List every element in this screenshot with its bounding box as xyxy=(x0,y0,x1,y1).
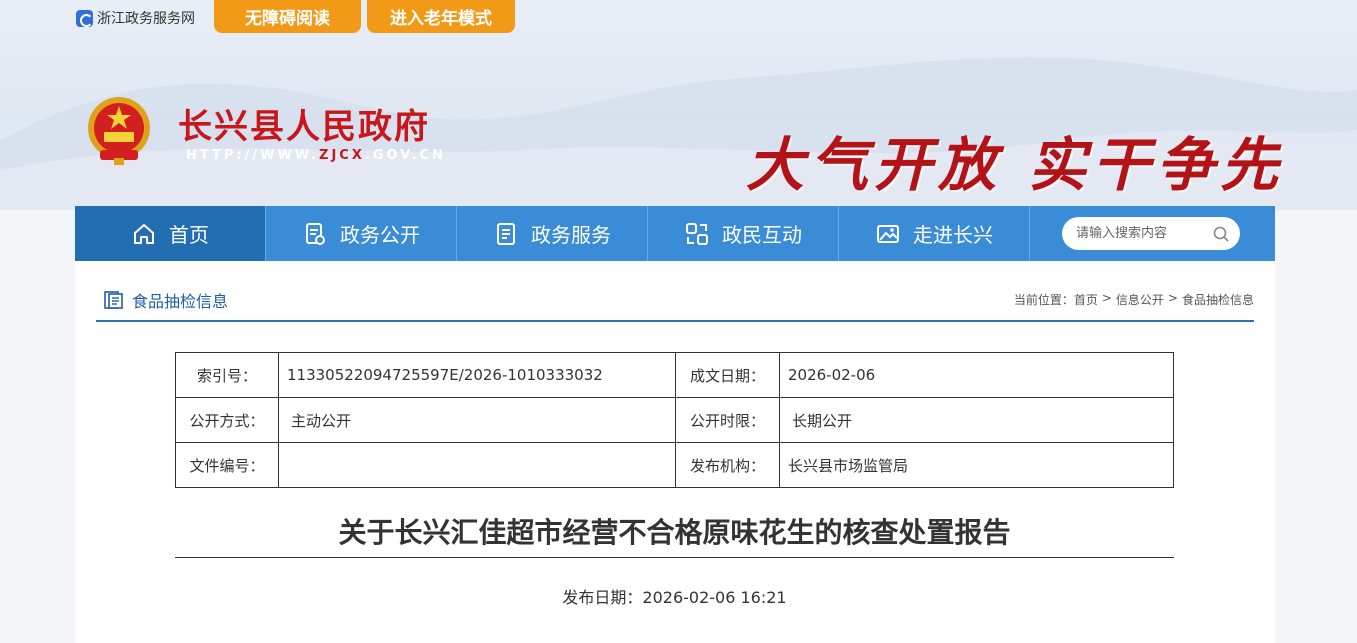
search-icon[interactable] xyxy=(1212,225,1230,243)
index-label: 索引号： xyxy=(175,352,279,398)
period-value: 长期公开 xyxy=(779,397,1174,443)
zhejiang-portal-label: 浙江政务服务网 xyxy=(97,11,195,27)
docno-value xyxy=(278,442,676,488)
main-content: 食品抽检信息 当前位置： 首页 > 信息公开 > 食品抽检信息 索引号： 113… xyxy=(75,261,1275,643)
nav-item-label: 首页 xyxy=(169,223,209,247)
article-title: 关于长兴汇佳超市经营不合格原味花生的核查处置报告 xyxy=(338,516,1011,549)
site-url-highlight: ZJCX xyxy=(319,148,365,163)
section-header: 食品抽检信息 当前位置： 首页 > 信息公开 > 食品抽检信息 xyxy=(96,288,1254,322)
search-box xyxy=(1062,217,1240,250)
period-label: 公开时限： xyxy=(675,397,780,443)
site-url-prefix: HTTP://WWW. xyxy=(186,148,320,163)
document-icon xyxy=(306,222,325,245)
top-bar: 浙江政务服务网 无障碍阅读 进入老年模式 xyxy=(0,0,1357,34)
nav-item-gov-affairs[interactable]: 政务公开 xyxy=(266,206,457,261)
accessible-reading-button[interactable]: 无障碍阅读 xyxy=(214,0,361,33)
interact-icon xyxy=(686,222,708,245)
site-url-suffix: .GOV.CN xyxy=(364,148,446,163)
method-value: 主动公开 xyxy=(278,397,676,443)
org-label: 发布机构： xyxy=(675,442,780,488)
breadcrumb-info-public[interactable]: 信息公开 xyxy=(1116,291,1164,308)
breadcrumb-separator: > xyxy=(1101,291,1112,305)
breadcrumb-separator: > xyxy=(1167,291,1178,305)
search-input[interactable] xyxy=(1076,226,1206,241)
service-icon xyxy=(497,222,515,245)
nav-item-label: 政民互动 xyxy=(722,223,802,247)
nav-item-interaction[interactable]: 政民互动 xyxy=(648,206,839,261)
list-document-icon xyxy=(104,291,123,309)
breadcrumb: 当前位置： 首页 > 信息公开 > 食品抽检信息 xyxy=(1014,291,1254,308)
date-value: 2026-02-06 xyxy=(779,352,1174,398)
index-value: 11330522094725597E/2026-1010333032 xyxy=(278,352,676,398)
nav-item-home[interactable]: 首页 xyxy=(75,206,266,261)
nav-item-label: 走进长兴 xyxy=(913,223,993,247)
date-label: 成文日期： xyxy=(675,352,780,398)
publish-date: 发布日期：2026-02-06 16:21 xyxy=(562,588,787,607)
zhejiang-portal-link[interactable]: 浙江政务服务网 xyxy=(76,8,195,28)
elder-mode-button[interactable]: 进入老年模式 xyxy=(367,0,515,33)
main-nav: 首页 政务公开 政务服务 政民互动 走进长兴 xyxy=(75,206,1275,261)
section-title-label: 食品抽检信息 xyxy=(132,292,229,311)
breadcrumb-food-inspection[interactable]: 食品抽检信息 xyxy=(1182,291,1254,308)
table-row: 索引号： 11330522094725597E/2026-1010333032 … xyxy=(175,352,1174,398)
image-icon xyxy=(877,224,899,243)
breadcrumb-home[interactable]: 首页 xyxy=(1074,291,1098,308)
org-value: 长兴县市场监管局 xyxy=(779,442,1174,488)
nav-item-label: 政务公开 xyxy=(340,223,420,247)
nav-item-about-changxing[interactable]: 走进长兴 xyxy=(839,206,1030,261)
header-slogan: 大气开放 实干争先 xyxy=(746,131,1285,199)
national-emblem-icon xyxy=(88,97,150,165)
title-divider xyxy=(175,557,1174,558)
home-icon xyxy=(134,223,154,244)
breadcrumb-prefix: 当前位置： xyxy=(1013,293,1074,307)
docno-label: 文件编号： xyxy=(175,442,279,488)
method-label: 公开方式： xyxy=(175,397,279,443)
document-meta-table: 索引号： 11330522094725597E/2026-1010333032 … xyxy=(175,352,1174,488)
table-row: 公开方式： 主动公开 公开时限： 长期公开 xyxy=(175,397,1174,443)
nav-item-label: 政务服务 xyxy=(531,223,611,247)
site-url: HTTP://WWW.ZJCX.GOV.CN xyxy=(186,148,446,163)
nav-item-gov-services[interactable]: 政务服务 xyxy=(457,206,648,261)
table-row: 文件编号： 发布机构： 长兴县市场监管局 xyxy=(175,442,1174,488)
zhejiang-portal-icon xyxy=(76,9,93,27)
section-title: 食品抽检信息 xyxy=(104,288,228,312)
site-title: 长兴县人民政府 xyxy=(178,107,430,147)
